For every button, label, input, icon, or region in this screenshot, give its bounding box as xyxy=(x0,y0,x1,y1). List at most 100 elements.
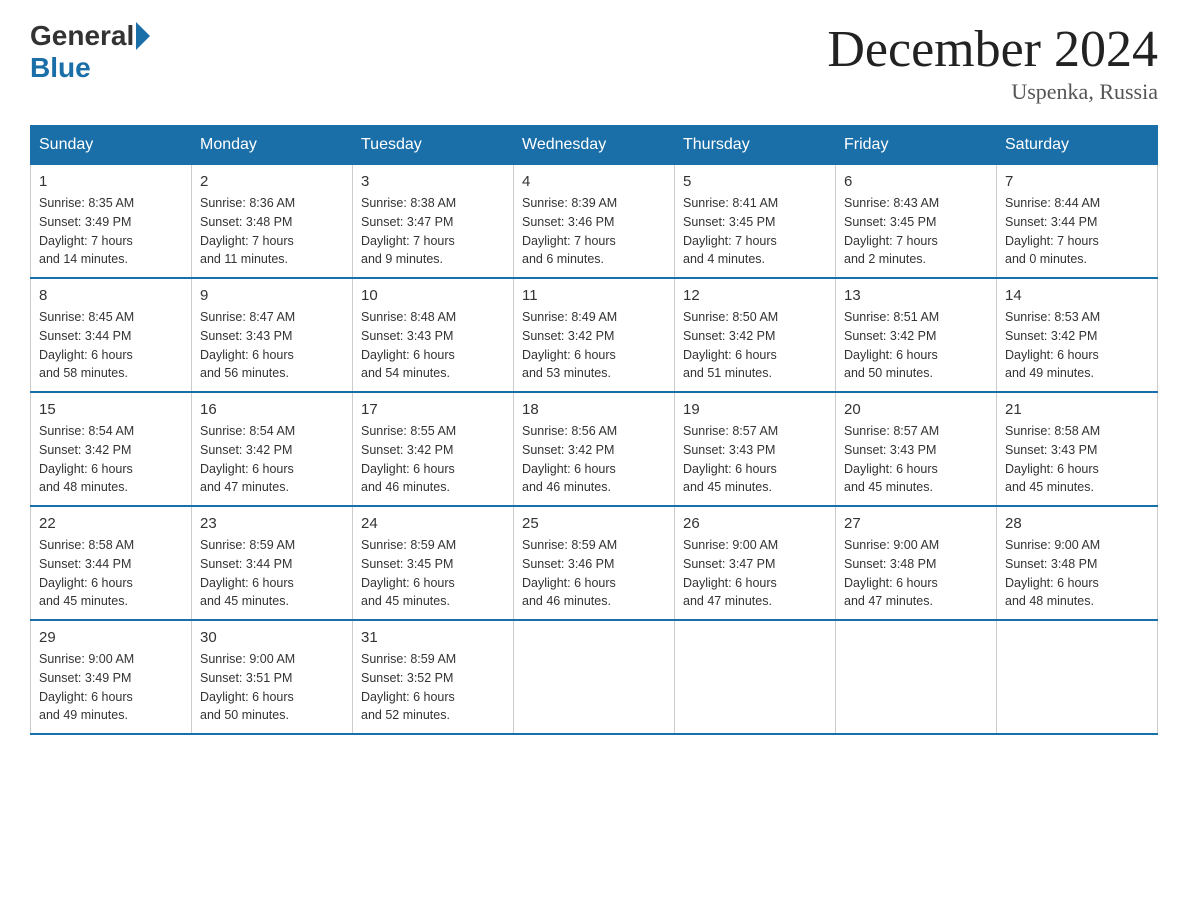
day-number: 27 xyxy=(844,515,988,532)
table-row: 25Sunrise: 8:59 AMSunset: 3:46 PMDayligh… xyxy=(514,506,675,620)
logo-blue: Blue xyxy=(30,52,91,83)
table-row: 9Sunrise: 8:47 AMSunset: 3:43 PMDaylight… xyxy=(192,278,353,392)
day-info: Sunrise: 8:59 AMSunset: 3:44 PMDaylight:… xyxy=(200,536,344,611)
day-info: Sunrise: 9:00 AMSunset: 3:49 PMDaylight:… xyxy=(39,650,183,725)
day-info: Sunrise: 8:54 AMSunset: 3:42 PMDaylight:… xyxy=(39,422,183,497)
table-row: 12 Sunrise: 8:50 AMSunset: 3:42 PMDayligh… xyxy=(675,278,836,392)
day-number: 8 xyxy=(39,287,183,304)
day-number: 5 xyxy=(683,173,827,190)
calendar-subtitle: Uspenka, Russia xyxy=(827,79,1158,105)
table-row: 28 Sunrise: 9:00 AMSunset: 3:48 PMDayligh… xyxy=(997,506,1158,620)
day-number: 6 xyxy=(844,173,988,190)
day-info: Sunrise: 8:45 AMSunset: 3:44 PMDaylight:… xyxy=(39,308,183,383)
day-info: Sunrise: 8:59 AMSunset: 3:45 PMDaylight:… xyxy=(361,536,505,611)
day-number: 10 xyxy=(361,287,505,304)
table-row xyxy=(836,620,997,734)
day-number: 2 xyxy=(200,173,344,190)
table-row: 10 Sunrise: 8:48 AMSunset: 3:43 PMDayligh… xyxy=(353,278,514,392)
table-row: 5 Sunrise: 8:41 AMSunset: 3:45 PMDaylight… xyxy=(675,165,836,279)
day-info: Sunrise: 9:00 AMSunset: 3:51 PMDaylight:… xyxy=(200,650,344,725)
table-row: 20 Sunrise: 8:57 AMSunset: 3:43 PMDayligh… xyxy=(836,392,997,506)
day-number: 7 xyxy=(1005,173,1149,190)
table-row xyxy=(675,620,836,734)
day-info: Sunrise: 8:48 AMSunset: 3:43 PMDaylight:… xyxy=(361,308,505,383)
col-tuesday: Tuesday xyxy=(353,126,514,165)
calendar-header-row: Sunday Monday Tuesday Wednesday Thursday… xyxy=(31,126,1158,165)
logo-triangle-icon xyxy=(136,22,150,50)
table-row: 15Sunrise: 8:54 AMSunset: 3:42 PMDayligh… xyxy=(31,392,192,506)
table-row: 17 Sunrise: 8:55 AMSunset: 3:42 PMDayligh… xyxy=(353,392,514,506)
day-number: 31 xyxy=(361,629,505,646)
col-wednesday: Wednesday xyxy=(514,126,675,165)
table-row: 2 Sunrise: 8:36 AMSunset: 3:48 PMDaylight… xyxy=(192,165,353,279)
day-info: Sunrise: 8:57 AMSunset: 3:43 PMDaylight:… xyxy=(844,422,988,497)
day-number: 16 xyxy=(200,401,344,418)
day-info: Sunrise: 8:57 AMSunset: 3:43 PMDaylight:… xyxy=(683,422,827,497)
col-monday: Monday xyxy=(192,126,353,165)
table-row: 8 Sunrise: 8:45 AMSunset: 3:44 PMDaylight… xyxy=(31,278,192,392)
day-info: Sunrise: 9:00 AMSunset: 3:48 PMDaylight:… xyxy=(844,536,988,611)
day-number: 9 xyxy=(200,287,344,304)
day-number: 23 xyxy=(200,515,344,532)
calendar-table: Sunday Monday Tuesday Wednesday Thursday… xyxy=(30,125,1158,735)
calendar-week-row: 8 Sunrise: 8:45 AMSunset: 3:44 PMDaylight… xyxy=(31,278,1158,392)
calendar-week-row: 22 Sunrise: 8:58 AMSunset: 3:44 PMDayligh… xyxy=(31,506,1158,620)
col-saturday: Saturday xyxy=(997,126,1158,165)
day-number: 12 xyxy=(683,287,827,304)
day-number: 28 xyxy=(1005,515,1149,532)
day-info: Sunrise: 8:55 AMSunset: 3:42 PMDaylight:… xyxy=(361,422,505,497)
day-info: Sunrise: 8:54 AMSunset: 3:42 PMDaylight:… xyxy=(200,422,344,497)
day-number: 3 xyxy=(361,173,505,190)
table-row: 31Sunrise: 8:59 AMSunset: 3:52 PMDayligh… xyxy=(353,620,514,734)
page-header: General Blue December 2024 Uspenka, Russ… xyxy=(30,20,1158,105)
logo: General Blue xyxy=(30,20,150,84)
table-row: 21 Sunrise: 8:58 AMSunset: 3:43 PMDayligh… xyxy=(997,392,1158,506)
day-info: Sunrise: 8:38 AMSunset: 3:47 PMDaylight:… xyxy=(361,194,505,269)
day-info: Sunrise: 8:50 AMSunset: 3:42 PMDaylight:… xyxy=(683,308,827,383)
day-info: Sunrise: 8:59 AMSunset: 3:46 PMDaylight:… xyxy=(522,536,666,611)
logo-general: General xyxy=(30,20,134,52)
table-row: 7Sunrise: 8:44 AMSunset: 3:44 PMDaylight… xyxy=(997,165,1158,279)
day-info: Sunrise: 8:53 AMSunset: 3:42 PMDaylight:… xyxy=(1005,308,1149,383)
table-row xyxy=(997,620,1158,734)
day-number: 29 xyxy=(39,629,183,646)
day-info: Sunrise: 8:51 AMSunset: 3:42 PMDaylight:… xyxy=(844,308,988,383)
day-info: Sunrise: 8:58 AMSunset: 3:43 PMDaylight:… xyxy=(1005,422,1149,497)
day-number: 18 xyxy=(522,401,666,418)
day-info: Sunrise: 8:58 AMSunset: 3:44 PMDaylight:… xyxy=(39,536,183,611)
day-info: Sunrise: 8:49 AMSunset: 3:42 PMDaylight:… xyxy=(522,308,666,383)
day-number: 21 xyxy=(1005,401,1149,418)
table-row: 18Sunrise: 8:56 AMSunset: 3:42 PMDayligh… xyxy=(514,392,675,506)
table-row: 1Sunrise: 8:35 AMSunset: 3:49 PMDaylight… xyxy=(31,165,192,279)
table-row: 14Sunrise: 8:53 AMSunset: 3:42 PMDayligh… xyxy=(997,278,1158,392)
table-row: 13 Sunrise: 8:51 AMSunset: 3:42 PMDayligh… xyxy=(836,278,997,392)
day-number: 26 xyxy=(683,515,827,532)
day-number: 13 xyxy=(844,287,988,304)
table-row: 22 Sunrise: 8:58 AMSunset: 3:44 PMDayligh… xyxy=(31,506,192,620)
day-number: 20 xyxy=(844,401,988,418)
col-sunday: Sunday xyxy=(31,126,192,165)
table-row: 4Sunrise: 8:39 AMSunset: 3:46 PMDaylight… xyxy=(514,165,675,279)
table-row: 24 Sunrise: 8:59 AMSunset: 3:45 PMDayligh… xyxy=(353,506,514,620)
table-row xyxy=(514,620,675,734)
table-row: 3 Sunrise: 8:38 AMSunset: 3:47 PMDaylight… xyxy=(353,165,514,279)
day-number: 19 xyxy=(683,401,827,418)
day-number: 30 xyxy=(200,629,344,646)
table-row: 27 Sunrise: 9:00 AMSunset: 3:48 PMDayligh… xyxy=(836,506,997,620)
day-info: Sunrise: 8:36 AMSunset: 3:48 PMDaylight:… xyxy=(200,194,344,269)
col-friday: Friday xyxy=(836,126,997,165)
day-number: 22 xyxy=(39,515,183,532)
day-info: Sunrise: 9:00 AMSunset: 3:47 PMDaylight:… xyxy=(683,536,827,611)
day-number: 11 xyxy=(522,287,666,304)
day-info: Sunrise: 8:35 AMSunset: 3:49 PMDaylight:… xyxy=(39,194,183,269)
calendar-week-row: 1Sunrise: 8:35 AMSunset: 3:49 PMDaylight… xyxy=(31,165,1158,279)
day-info: Sunrise: 8:43 AMSunset: 3:45 PMDaylight:… xyxy=(844,194,988,269)
day-number: 24 xyxy=(361,515,505,532)
day-number: 17 xyxy=(361,401,505,418)
title-section: December 2024 Uspenka, Russia xyxy=(827,20,1158,105)
table-row: 19 Sunrise: 8:57 AMSunset: 3:43 PMDayligh… xyxy=(675,392,836,506)
day-info: Sunrise: 8:41 AMSunset: 3:45 PMDaylight:… xyxy=(683,194,827,269)
day-info: Sunrise: 9:00 AMSunset: 3:48 PMDaylight:… xyxy=(1005,536,1149,611)
table-row: 6 Sunrise: 8:43 AMSunset: 3:45 PMDaylight… xyxy=(836,165,997,279)
table-row: 16 Sunrise: 8:54 AMSunset: 3:42 PMDayligh… xyxy=(192,392,353,506)
